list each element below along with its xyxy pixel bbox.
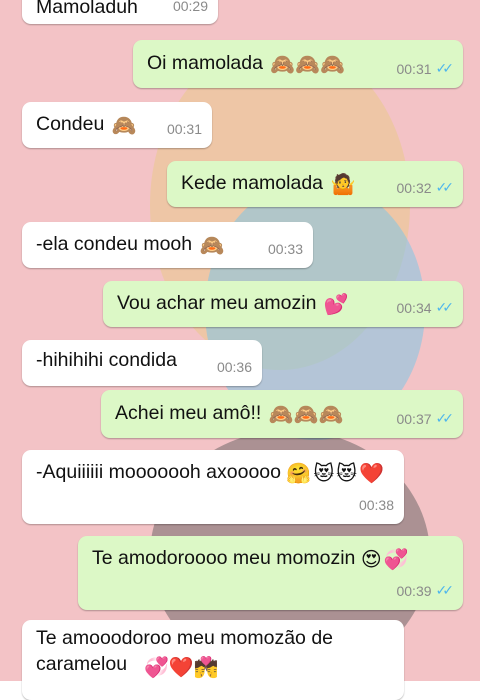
message-status: 00:37 ✓✓ — [396, 406, 455, 432]
read-receipt-icon: ✓✓ — [435, 411, 455, 427]
message-status: 00:33 — [268, 236, 303, 262]
message-text: Te amodoroooo meu momozin — [92, 547, 356, 569]
see-no-evil-monkey-icon: 🙈 — [199, 233, 225, 257]
message-text: Kede mamolada — [181, 172, 324, 194]
message-time: 00:31 — [166, 121, 202, 137]
heart-eyes-revolving-hearts-icon: 😍💞 — [360, 547, 411, 571]
message-text: -hihihihi condida — [36, 349, 177, 371]
message-time: 00:39 — [396, 583, 432, 599]
message-incoming[interactable]: Mamoladuh 00:29 — [22, 0, 218, 24]
read-receipt-icon: ✓✓ — [435, 61, 455, 77]
message-status: 00:38 — [359, 492, 394, 518]
message-status: 00:31 ✓✓ — [396, 56, 455, 82]
message-time: 00:31 — [396, 61, 432, 77]
message-status: 00:32 ✓✓ — [396, 175, 455, 201]
person-shrugging-icon: 🤷 — [330, 172, 356, 196]
see-no-evil-monkey-icon: 🙈🙈🙈 — [268, 402, 344, 426]
message-time: 00:38 — [358, 497, 394, 513]
two-hearts-icon: 💕 — [323, 292, 349, 316]
message-text: Achei meu amô!! — [115, 402, 262, 424]
message-incoming[interactable]: -ela condeu mooh 🙈 00:33 — [22, 222, 313, 268]
message-status: 00:31 — [167, 116, 202, 142]
message-time: 00:34 — [396, 300, 432, 316]
message-outgoing[interactable]: Te amodoroooo meu momozin 😍💞 00:39 ✓✓ — [78, 536, 463, 610]
see-no-evil-monkey-icon: 🙈🙈🙈 — [270, 52, 346, 76]
message-text: Condeu — [36, 113, 105, 135]
message-incoming[interactable]: Te amooodoroo meu momozão de caramelou 💞… — [22, 620, 404, 700]
message-text: Vou achar meu amozin — [117, 292, 317, 314]
message-text: Oi mamolada — [147, 52, 263, 74]
message-status: 00:34 ✓✓ — [396, 295, 455, 321]
message-outgoing[interactable]: Achei meu amô!! 🙈🙈🙈 00:37 ✓✓ — [101, 390, 463, 438]
message-time: 00:36 — [216, 359, 252, 375]
message-time: 00:29 — [172, 0, 208, 14]
hugging-face-heart-eyes-cat-red-heart-icon: 🤗😻😻❤️ — [286, 461, 386, 485]
read-receipt-icon: ✓✓ — [435, 300, 455, 316]
message-outgoing[interactable]: Vou achar meu amozin 💕 00:34 ✓✓ — [103, 281, 463, 327]
message-incoming[interactable]: -hihihihi condida 00:36 — [22, 340, 262, 386]
read-receipt-icon: ✓✓ — [435, 583, 455, 599]
message-time: 00:37 — [396, 411, 432, 427]
message-text: -ela condeu mooh — [36, 233, 193, 255]
message-time: 00:32 — [396, 180, 432, 196]
hearts-kiss-icon: 💞❤️💏 — [144, 655, 219, 679]
see-no-evil-monkey-icon: 🙈 — [111, 113, 137, 137]
read-receipt-icon: ✓✓ — [435, 180, 455, 196]
message-status: 00:36 — [217, 354, 252, 380]
message-outgoing[interactable]: Kede mamolada 🤷 00:32 ✓✓ — [167, 161, 463, 207]
message-text: -Aquiiiiii mooooooh axooooo — [36, 461, 281, 483]
message-outgoing[interactable]: Oi mamolada 🙈🙈🙈 00:31 ✓✓ — [133, 40, 463, 88]
message-time: 00:33 — [267, 241, 303, 257]
message-time-container: 00:29 — [173, 0, 208, 19]
message-incoming[interactable]: -Aquiiiiii mooooooh axooooo 🤗😻😻❤️ 00:38 — [22, 450, 404, 524]
message-text: Mamoladuh — [36, 0, 138, 18]
message-status: 00:39 ✓✓ — [396, 578, 455, 604]
message-incoming[interactable]: Condeu 🙈 00:31 — [22, 102, 212, 148]
